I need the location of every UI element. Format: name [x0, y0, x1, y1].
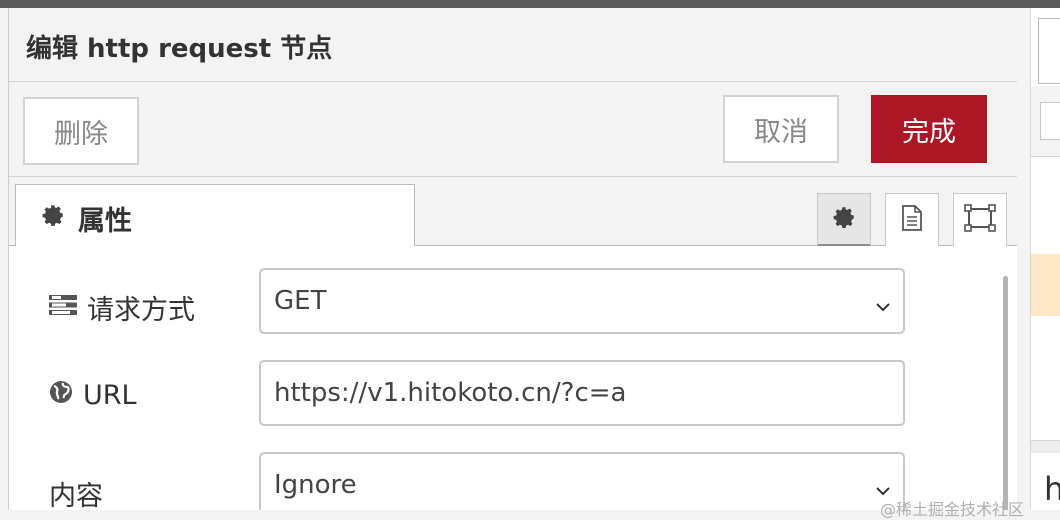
- gear-icon: [40, 202, 66, 228]
- watermark: @稀土掘金技术社区: [880, 500, 1025, 519]
- description-icon: [899, 204, 925, 236]
- tasks-icon: [49, 292, 77, 323]
- sidebar-tab[interactable]: [1038, 18, 1060, 84]
- done-button[interactable]: 完成: [871, 95, 987, 163]
- url-label-text: URL: [83, 380, 137, 411]
- url-label: URL: [49, 380, 137, 411]
- sidebar-separator[interactable]: [1017, 8, 1031, 510]
- sidebar-selected-row[interactable]: [1031, 254, 1060, 316]
- tray-toolbar: 删除 取消 完成: [9, 82, 1017, 177]
- url-input[interactable]: https://v1.hitokoto.cn/?c=a: [259, 360, 905, 426]
- tab-bar: 属性: [9, 184, 1017, 247]
- method-label-text: 请求方式: [87, 295, 195, 326]
- tab-properties[interactable]: 属性: [15, 184, 415, 246]
- payload-select-value: Ignore: [274, 470, 357, 500]
- chevron-down-icon: [875, 476, 891, 496]
- globe-icon: [49, 380, 73, 411]
- description-tab-button[interactable]: [885, 193, 939, 247]
- delete-button[interactable]: 删除: [23, 97, 139, 165]
- top-bar: [0, 0, 1060, 8]
- edit-tray: 编辑 http request 节点 删除 取消 完成 属性 请求方式 GET …: [8, 8, 1018, 510]
- appearance-tab-button[interactable]: [953, 193, 1007, 247]
- tray-title: 编辑 http request 节点: [26, 34, 333, 64]
- tab-properties-label: 属性: [78, 206, 132, 237]
- sidebar-divider: [1031, 440, 1060, 453]
- scrollbar[interactable]: [1003, 276, 1008, 510]
- method-select-value: GET: [274, 286, 327, 316]
- appearance-icon: [963, 203, 997, 237]
- method-select[interactable]: GET: [259, 268, 905, 334]
- sidebar-partial-text: h: [1044, 470, 1060, 508]
- node-properties-tab-button[interactable]: [817, 193, 871, 247]
- tray-header: 编辑 http request 节点: [9, 8, 1017, 82]
- cancel-button[interactable]: 取消: [723, 95, 839, 163]
- sidebar-toolbar-button[interactable]: [1040, 102, 1060, 140]
- properties-panel: 请求方式 GET URL https://v1.hitokoto.cn/?c=a…: [9, 246, 1017, 510]
- gear-icon: [831, 204, 857, 234]
- method-label: 请求方式: [49, 288, 195, 327]
- url-input-value: https://v1.hitokoto.cn/?c=a: [274, 378, 627, 408]
- chevron-down-icon: [875, 292, 891, 312]
- payload-select[interactable]: Ignore: [259, 452, 905, 510]
- sidebar-panel: h: [1017, 8, 1060, 510]
- payload-label: 内容: [49, 474, 103, 510]
- payload-label-text: 内容: [49, 481, 103, 510]
